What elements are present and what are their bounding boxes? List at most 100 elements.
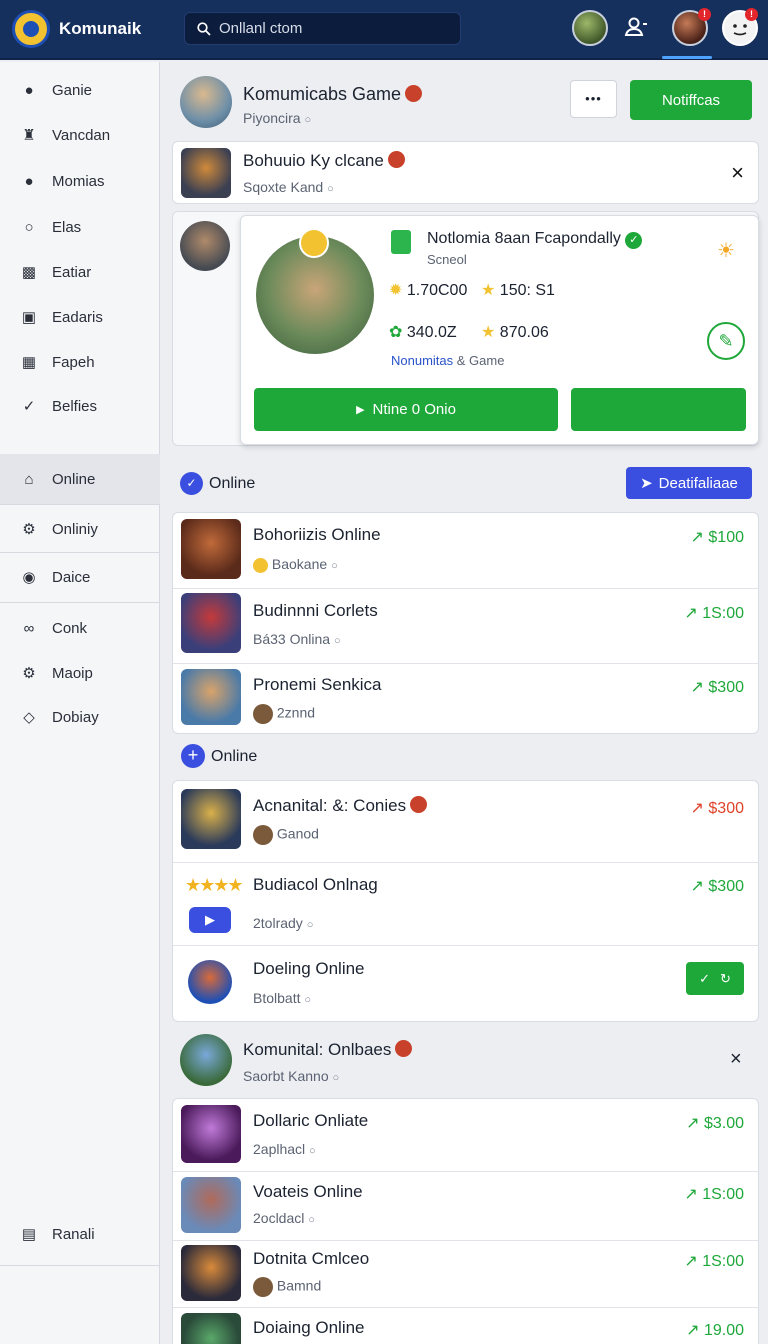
coin-icon bbox=[253, 557, 268, 573]
banner-sub-text: Sqoxte Kand bbox=[243, 179, 324, 195]
item-title: Budinnni Corlets bbox=[253, 601, 378, 620]
sidebar-item-conk[interactable]: ∞ Conk bbox=[0, 606, 160, 650]
sidebar-item-label: Dobiay bbox=[52, 708, 99, 726]
document-icon: ▣ bbox=[21, 309, 37, 326]
item-sub: 2aplhacl ○ bbox=[253, 1141, 316, 1157]
item-price: ↗ 1S:00 bbox=[684, 603, 744, 623]
secondary-button[interactable] bbox=[571, 388, 746, 431]
item-title: Doiaing Online bbox=[253, 1318, 365, 1337]
gamepad-icon: ◉ bbox=[22, 569, 36, 586]
item-sub-text: 2aplhacl bbox=[253, 1141, 306, 1157]
banner-card[interactable]: Bohuuio Ky clcane Sqoxte Kand ○ × bbox=[172, 141, 759, 204]
sidebar-item-onliniy[interactable]: ⚙ Onliniy bbox=[0, 506, 160, 552]
play-button[interactable]: ▶ Ntine 0 Onio bbox=[254, 388, 558, 431]
coin-icon: ✹ bbox=[389, 282, 403, 299]
sidebar-item-maoip[interactable]: ⚙ Maoip bbox=[0, 651, 160, 695]
close-icon[interactable]: × bbox=[730, 1048, 742, 1071]
group-avatar[interactable] bbox=[180, 1034, 232, 1086]
item-price-value: $3.00 bbox=[703, 1115, 744, 1132]
add-icon[interactable]: + bbox=[181, 744, 205, 768]
item-sub: Ganod bbox=[253, 825, 319, 845]
stat-3-value: 340.0Z bbox=[406, 324, 457, 341]
sidebar-item-belfies[interactable]: ✓ Belfies bbox=[0, 384, 160, 428]
sidebar-item-eatiar[interactable]: ▩ Eatiar bbox=[0, 250, 160, 294]
link-icon: ∞ bbox=[23, 619, 35, 637]
sidebar-item-fapeh[interactable]: ▦ Fapeh bbox=[0, 340, 160, 384]
top-bar: Komunaik Onllanl ctom ! ! bbox=[0, 0, 768, 60]
close-icon[interactable]: × bbox=[731, 160, 744, 186]
sun-icon: ☀ bbox=[717, 240, 735, 262]
item-price-value: $300 bbox=[708, 679, 744, 696]
sidebar-item-ganie[interactable]: ● Ganie bbox=[0, 68, 160, 112]
notification-badge: ! bbox=[698, 8, 711, 21]
sidebar-item-eadaris[interactable]: ▣ Eadaris bbox=[0, 295, 160, 339]
item-title: Voateis Online bbox=[253, 1182, 363, 1201]
divider bbox=[0, 602, 160, 603]
person-icon: ● bbox=[24, 81, 34, 99]
online-list-1: Bohoriizis Online Baokane ○ ↗ $100 Budin… bbox=[172, 512, 759, 734]
list-item[interactable]: Pronemi Senkica 2znnd ↗ $300 bbox=[173, 664, 760, 734]
search-input[interactable]: Onllanl ctom bbox=[184, 12, 461, 45]
list-item[interactable]: Dollaric Onliate 2aplhacl ○ ↗ $3.00 bbox=[173, 1099, 760, 1171]
circle-icon: ○ bbox=[24, 218, 34, 236]
featured-small-avatar[interactable] bbox=[180, 221, 230, 271]
edit-icon[interactable]: ✎ bbox=[707, 322, 745, 360]
item-price: ↗ 1S:00 bbox=[684, 1251, 744, 1271]
list-item[interactable]: Doeling Online Btolbatt ○ ✓ ↻ bbox=[173, 946, 760, 1022]
notify-button[interactable]: Notiffcas bbox=[630, 80, 752, 120]
list-item[interactable]: Voateis Online 2ocldacl ○ ↗ 1S:00 bbox=[173, 1172, 760, 1240]
stat-2-value: 150: S1 bbox=[499, 282, 555, 299]
sidebar-item-daice[interactable]: ◉ Daice bbox=[0, 554, 160, 600]
item-price-value: 19.00 bbox=[703, 1322, 744, 1339]
hot-badge-icon bbox=[405, 84, 423, 102]
stat-3: ✿ 340.0Z bbox=[389, 322, 457, 342]
user-avatar[interactable] bbox=[572, 10, 608, 46]
main-content: Komumicabs Game Piyoncira ○ ••• Notiffca… bbox=[160, 62, 768, 1344]
stat-4: ★ 870.06 bbox=[481, 322, 549, 342]
sidebar-item-vancdan[interactable]: ♜ Vancdan bbox=[0, 113, 160, 157]
sidebar-item-momias[interactable]: ● Momias bbox=[0, 159, 160, 203]
list-item[interactable]: Doiaing Online ↗ 19.00 bbox=[173, 1308, 760, 1344]
sidebar-item-online[interactable]: ⌂ Online bbox=[0, 454, 160, 504]
sidebar-item-dobiay[interactable]: ◇ Dobiay bbox=[0, 695, 160, 739]
item-title: Dollaric Onliate bbox=[253, 1111, 369, 1130]
details-button[interactable]: ➤ Deatifaliaae bbox=[626, 467, 752, 499]
refresh-icon: ↻ bbox=[720, 970, 731, 986]
user-avatar bbox=[253, 825, 273, 845]
video-play-icon[interactable]: ▶ bbox=[189, 907, 231, 933]
stat-1: ✹ 1.70C00 bbox=[389, 280, 467, 300]
item-sub-text: 2znnd bbox=[276, 704, 316, 721]
item-sub-text: Bamnd bbox=[276, 1277, 322, 1294]
user-add-icon[interactable] bbox=[622, 14, 650, 42]
list-item[interactable]: Bohoriizis Online Baokane ○ ↗ $100 bbox=[173, 513, 760, 588]
game-thumbnail bbox=[181, 789, 241, 849]
search-placeholder: Onllanl ctom bbox=[219, 20, 303, 37]
sidebar-item-ranali[interactable]: ▤ Ranali bbox=[0, 1212, 160, 1256]
item-title: Bohoriizis Online bbox=[253, 525, 381, 544]
sidebar-item-elas[interactable]: ○ Elas bbox=[0, 205, 160, 249]
section-online-label-2: Online bbox=[211, 748, 258, 765]
featured-link-text[interactable]: Nonumitas bbox=[391, 353, 453, 368]
clover-icon: ✿ bbox=[389, 324, 403, 341]
list-item[interactable]: Acnanital: &: Conies Ganod ↗ $300 bbox=[173, 781, 760, 862]
message-badge: ! bbox=[745, 8, 758, 21]
app-logo[interactable] bbox=[12, 10, 50, 48]
more-button[interactable]: ••• bbox=[570, 80, 617, 118]
list-item[interactable]: Dotnita Cmlceo Bamnd ↗ 1S:00 bbox=[173, 1241, 760, 1307]
sidebar-item-label: Eatiar bbox=[52, 263, 92, 281]
play-icon: ▶ bbox=[356, 404, 365, 416]
check-icon: ✓ bbox=[22, 398, 36, 415]
list-item[interactable]: Budinnni Corlets Bá33 Onlina ○ ↗ 1S:00 bbox=[173, 589, 760, 663]
sidebar-item-label: Momias bbox=[52, 172, 105, 190]
chart-icon: ▩ bbox=[21, 264, 37, 281]
banner-thumbnail bbox=[181, 148, 231, 198]
item-sub: Bá33 Onlina ○ bbox=[253, 631, 341, 647]
group-sub: Saorbt Kanno ○ bbox=[243, 1068, 339, 1084]
play-button-label: Ntine 0 Onio bbox=[372, 401, 456, 418]
confirm-button[interactable]: ✓ ↻ bbox=[686, 962, 744, 995]
sidebar-item-label: Elas bbox=[52, 218, 82, 236]
list-item[interactable]: ★★★★ ▶ Budiacol Onlnag 2tolrady ○ ↗ $300 bbox=[173, 863, 760, 945]
trend-icon: ↗ bbox=[686, 1322, 700, 1339]
profile-avatar[interactable] bbox=[180, 76, 232, 128]
divider bbox=[0, 552, 160, 553]
